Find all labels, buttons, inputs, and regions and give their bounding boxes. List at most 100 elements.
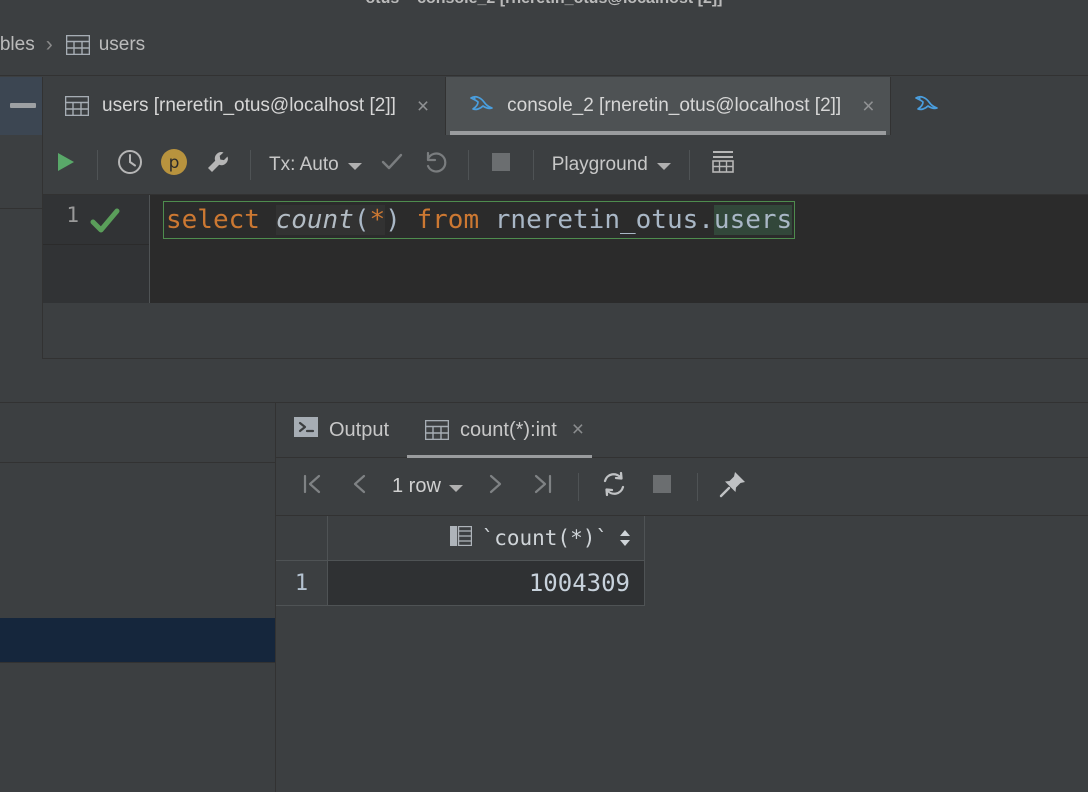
results-panel: Output count(*):int × 1 row `count(*)` 1… [276, 403, 1088, 792]
prev-page-button[interactable] [338, 465, 382, 509]
table-icon [65, 34, 90, 55]
row-number: 1 [276, 561, 328, 606]
mysql-dolphin-icon [468, 92, 494, 120]
editor-tab-bar: users [rneretin_otus@localhost [2]] × co… [43, 77, 1088, 135]
last-page-icon [530, 471, 556, 502]
data-editor-button[interactable] [700, 143, 744, 187]
grid-cell-count[interactable]: 1004309 [328, 561, 645, 606]
results-tab-output[interactable]: Output [276, 403, 407, 458]
editor-toolbar: p Tx: Auto Playground [43, 135, 1088, 195]
results-stop-button[interactable] [640, 465, 684, 509]
gutter-divider [149, 195, 150, 303]
last-page-button[interactable] [521, 465, 565, 509]
sql-token-keyword: select [166, 205, 260, 235]
chevron-down-icon [347, 162, 362, 170]
ide-window: otus – console_2 [rneretin_otus@localhos… [0, 0, 1088, 792]
commit-button[interactable] [370, 143, 414, 187]
sql-token-punct-close: ) [385, 205, 401, 235]
breadcrumb-item-label: users [98, 33, 146, 55]
grid-column-label: `count(*)` [481, 526, 608, 550]
database-tree-panel[interactable] [0, 403, 276, 792]
editor-tab-console-2[interactable]: console_2 [rneretin_otus@localhost [2]] … [446, 77, 891, 135]
left-gutter-strip-upper [0, 135, 43, 209]
results-tab-label: Output [329, 418, 390, 441]
rollback-icon [423, 149, 449, 180]
execute-button[interactable] [43, 143, 87, 187]
toolbar-divider [577, 472, 579, 501]
execute-icon [52, 149, 78, 180]
breadcrumb-separator-icon: › [45, 32, 53, 56]
sort-toggle-icon[interactable] [618, 528, 632, 548]
results-grid[interactable]: `count(*)` 1 1004309 [276, 516, 1088, 792]
next-page-icon [482, 471, 508, 502]
column-type-icon [449, 525, 472, 551]
history-button[interactable] [108, 143, 152, 187]
p-badge-icon: p [160, 148, 188, 181]
first-page-icon [299, 471, 325, 502]
sql-token-star: * [369, 205, 386, 235]
tree-selected-row[interactable] [0, 618, 276, 662]
chevron-down-icon [656, 162, 671, 170]
hide-tool-window-button[interactable] [0, 77, 43, 135]
window-titlebar: otus – console_2 [rneretin_otus@localhos… [0, 0, 1088, 14]
sql-token-keyword-from: from [416, 205, 480, 235]
grid-header-row: `count(*)` [276, 516, 645, 561]
mysql-dolphin-icon [913, 92, 939, 120]
editor-tab-label: users [rneretin_otus@localhost [2]] [102, 95, 396, 116]
line-number: 1 [66, 203, 79, 227]
breadcrumb: tables › users [0, 14, 1088, 76]
grid-column-header-count[interactable]: `count(*)` [328, 516, 645, 561]
sql-token-punct-open: ( [353, 205, 370, 235]
profile-button[interactable]: p [152, 143, 196, 187]
stop-button[interactable] [479, 143, 523, 187]
rollback-button[interactable] [414, 143, 458, 187]
green-check-icon[interactable] [89, 207, 121, 240]
grid-corner-cell[interactable] [276, 516, 328, 561]
breadcrumb-item-tables[interactable]: tables [0, 34, 35, 56]
sql-editor[interactable]: 1 select count ( * ) from rneretin_otus.… [43, 195, 1088, 303]
settings-button[interactable] [196, 143, 240, 187]
reload-button[interactable] [592, 465, 636, 509]
row-count-label: 1 row [392, 475, 441, 497]
close-icon[interactable]: × [862, 96, 874, 117]
next-page-button[interactable] [473, 465, 517, 509]
editor-tab-next[interactable] [891, 77, 956, 135]
breadcrumb-item-label: tables [0, 33, 35, 55]
panel-divider-band [0, 359, 1088, 403]
toolbar-divider [688, 149, 690, 180]
output-console-icon [294, 417, 318, 443]
results-tab-label: count(*):int [460, 418, 557, 441]
prev-page-icon [347, 471, 373, 502]
sql-token-table: users [713, 205, 793, 235]
row-count-selector[interactable]: 1 row [386, 475, 469, 498]
chevron-down-icon [448, 484, 463, 492]
table-row[interactable]: 1 1004309 [276, 561, 645, 606]
toolbar-divider [250, 149, 251, 180]
tx-mode-selector[interactable]: Tx: Auto [261, 154, 370, 176]
minimize-icon [10, 103, 36, 108]
results-tab-bar: Output count(*):int × [276, 403, 1088, 458]
editor-gutter: 1 [43, 195, 150, 303]
close-icon[interactable]: × [417, 96, 429, 117]
tree-row-divider [0, 462, 276, 463]
data-editor-icon [708, 149, 736, 180]
editor-tab-label: console_2 [rneretin_otus@localhost [2]] [507, 95, 842, 116]
stop-icon [651, 473, 673, 500]
table-icon [425, 420, 450, 440]
results-toolbar: 1 row [276, 458, 1088, 516]
toolbar-divider [97, 149, 98, 180]
first-page-button[interactable] [290, 465, 334, 509]
editor-tab-users[interactable]: users [rneretin_otus@localhost [2]] × [43, 77, 446, 135]
toolbar-divider [532, 149, 534, 180]
sql-token-function: count [275, 205, 354, 235]
schema-selector[interactable]: Playground [544, 154, 679, 176]
close-icon[interactable]: × [572, 418, 584, 442]
sql-statement[interactable]: select count ( * ) from rneretin_otus. u… [163, 201, 796, 239]
pin-tab-button[interactable] [711, 465, 755, 509]
commit-icon [379, 149, 405, 180]
breadcrumb-item-users[interactable]: users [65, 33, 146, 56]
results-tab-count[interactable]: count(*):int × [407, 403, 602, 458]
pin-icon [718, 469, 748, 504]
toolbar-divider [467, 149, 469, 180]
reload-icon [600, 470, 628, 503]
